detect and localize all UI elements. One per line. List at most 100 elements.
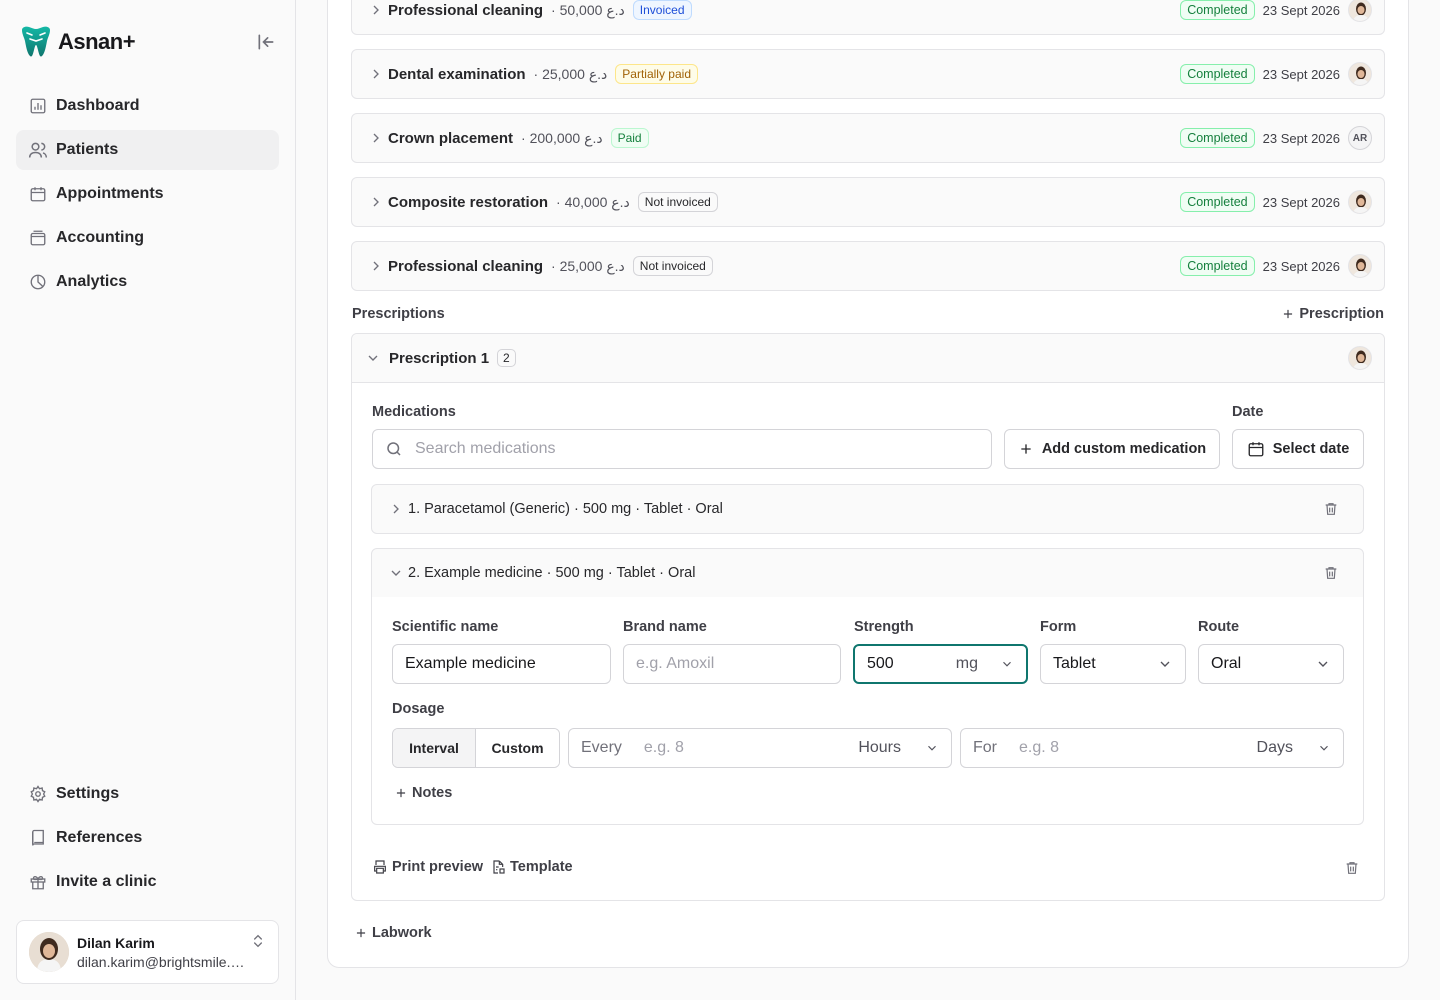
add-labwork-button[interactable]: Labwork [354,925,432,941]
procedure-name: Dental examination [388,65,526,83]
strength-field[interactable]: 500 mg [853,644,1028,684]
dosage-label: Dosage [392,701,445,717]
procedure-row[interactable]: Crown placement · 200,000 د.ع Paid Compl… [351,113,1385,163]
plus-icon [1021,444,1031,454]
scientific-name-value: Example medicine [405,655,536,672]
initials-avatar: AR [1348,126,1372,150]
avatar [1348,62,1372,86]
prescription-header[interactable]: Prescription 1 2 [352,334,1384,383]
form-value: Tablet [1053,655,1096,672]
strength-value: 500 [867,655,894,672]
add-notes-button[interactable]: Notes [394,785,452,801]
chevron-down-icon [368,355,378,361]
sidebar-item-analytics[interactable]: Analytics [16,262,279,302]
sidebar-item-label: Accounting [56,229,144,246]
brand: Asnan+ [18,24,278,60]
select-date-button[interactable]: Select date [1232,429,1364,469]
duration-field[interactable]: For e.g. 8 Days [960,728,1344,768]
procedure-row[interactable]: Professional cleaning · 25,000 د.ع Not i… [351,241,1385,291]
brand-name-field[interactable]: e.g. Amoxil [623,644,841,684]
template-label: Template [510,859,573,875]
status-badge: Completed [1180,256,1255,276]
medications-label: Medications [372,404,456,420]
search-icon [387,442,401,456]
procedure-price: · 40,000 د.ع [556,193,630,210]
every-label: Every [581,739,622,756]
procedure-name: Professional cleaning [388,1,544,19]
dosage-interval-option[interactable]: Interval [393,729,476,767]
procedure-date: 23 Sept 2026 [1262,258,1340,274]
sidebar-item-dashboard[interactable]: Dashboard [16,86,279,126]
medication-search-input[interactable]: Search medications [372,429,992,469]
labwork-label: Labwork [372,925,432,941]
procedure-date: 23 Sept 2026 [1262,66,1340,82]
sidebar-item-label: Patients [56,141,119,158]
dosage-mode-toggle: Interval Custom [392,728,560,768]
brand-name-label: Brand name [623,619,707,635]
scientific-name-label: Scientific name [392,619,499,635]
procedure-row[interactable]: Composite restoration · 40,000 د.ع Not i… [351,177,1385,227]
avatar [1348,190,1372,214]
print-preview-button[interactable]: Print preview [372,859,483,875]
route-value: Oral [1211,655,1242,672]
print-preview-label: Print preview [392,859,484,875]
every-interval-field[interactable]: Every e.g. 8 Hours [568,728,952,768]
chevron-right-icon [373,261,379,271]
sidebar-item-references[interactable]: References [16,818,279,858]
route-select[interactable]: Oral [1198,644,1344,684]
add-custom-medication-button[interactable]: Add custom medication [1004,429,1220,469]
secondary-nav: Settings References Invite a clinic [16,774,279,906]
medication-item[interactable]: 2. Example medicine · 500 mg · Tablet · … [371,548,1364,598]
route-label: Route [1198,619,1240,635]
main-nav: Dashboard Patients Appointments Accounti… [16,86,279,306]
plus-icon [396,788,406,798]
add-prescription-label: Prescription [1299,306,1384,322]
trash-icon[interactable] [1323,501,1339,517]
sidebar: Asnan+ Dashboard Patients Appointments A… [0,0,296,1000]
medication-item[interactable]: 1. Paracetamol (Generic) · 500 mg · Tabl… [371,484,1364,534]
avatar [1348,254,1372,278]
date-label: Date [1232,404,1264,420]
for-label: For [973,739,997,756]
collapse-sidebar-icon[interactable] [254,30,278,54]
chevrons-up-down-icon [250,933,266,949]
form-label: Form [1040,619,1077,635]
dosage-custom-option[interactable]: Custom [476,729,559,767]
every-unit-select[interactable]: Hours [858,739,939,757]
trash-icon[interactable] [1323,565,1339,581]
procedure-date: 23 Sept 2026 [1262,194,1340,210]
chevron-right-icon [373,5,379,15]
sidebar-item-invite[interactable]: Invite a clinic [16,862,279,902]
every-unit: Hours [858,739,901,756]
payment-badge: Not invoiced [637,192,718,212]
chevron-down-icon [1003,661,1011,667]
procedure-row[interactable]: Professional cleaning · 50,000 د.ع Invoi… [351,0,1385,35]
sidebar-item-label: Settings [56,785,120,802]
strength-label: Strength [854,619,914,635]
plus-icon [1284,309,1293,319]
procedure-row[interactable]: Dental examination · 25,000 د.ع Partiall… [351,49,1385,99]
avatar [29,932,69,972]
user-menu[interactable]: Dilan Karim dilan.karim@brightsmile.exam… [16,920,279,984]
add-prescription-button[interactable]: Prescription [1281,306,1384,322]
gear-icon [28,784,48,804]
procedure-price: · 50,000 د.ع [551,1,625,18]
prescription-title: Prescription 1 [389,349,490,367]
medication-count-badge: 2 [497,349,516,367]
printer-icon [374,860,386,874]
scientific-name-field[interactable]: Example medicine [392,644,611,684]
select-date-label: Select date [1272,441,1350,457]
sidebar-item-settings[interactable]: Settings [16,774,279,814]
payment-badge: Partially paid [615,64,698,84]
template-button[interactable]: Template [490,859,573,875]
strength-unit-select[interactable]: mg [956,655,1014,673]
form-select[interactable]: Tablet [1040,644,1186,684]
delete-prescription-trash-icon[interactable] [1344,860,1360,876]
strength-unit: mg [955,655,978,672]
sidebar-item-label: Invite a clinic [56,873,157,890]
sidebar-item-accounting[interactable]: Accounting [16,218,279,258]
status-badge: Completed [1180,128,1255,148]
sidebar-item-appointments[interactable]: Appointments [16,174,279,214]
sidebar-item-patients[interactable]: Patients [16,130,279,170]
for-unit-select[interactable]: Days [1257,739,1331,757]
